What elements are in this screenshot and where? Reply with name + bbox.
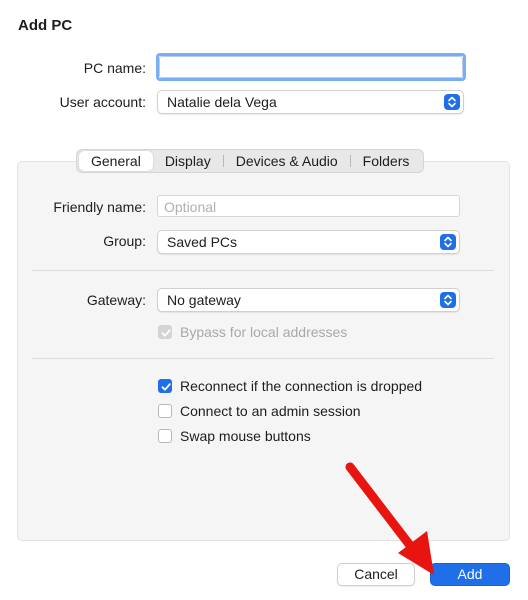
red-arrow-icon [345,462,434,575]
